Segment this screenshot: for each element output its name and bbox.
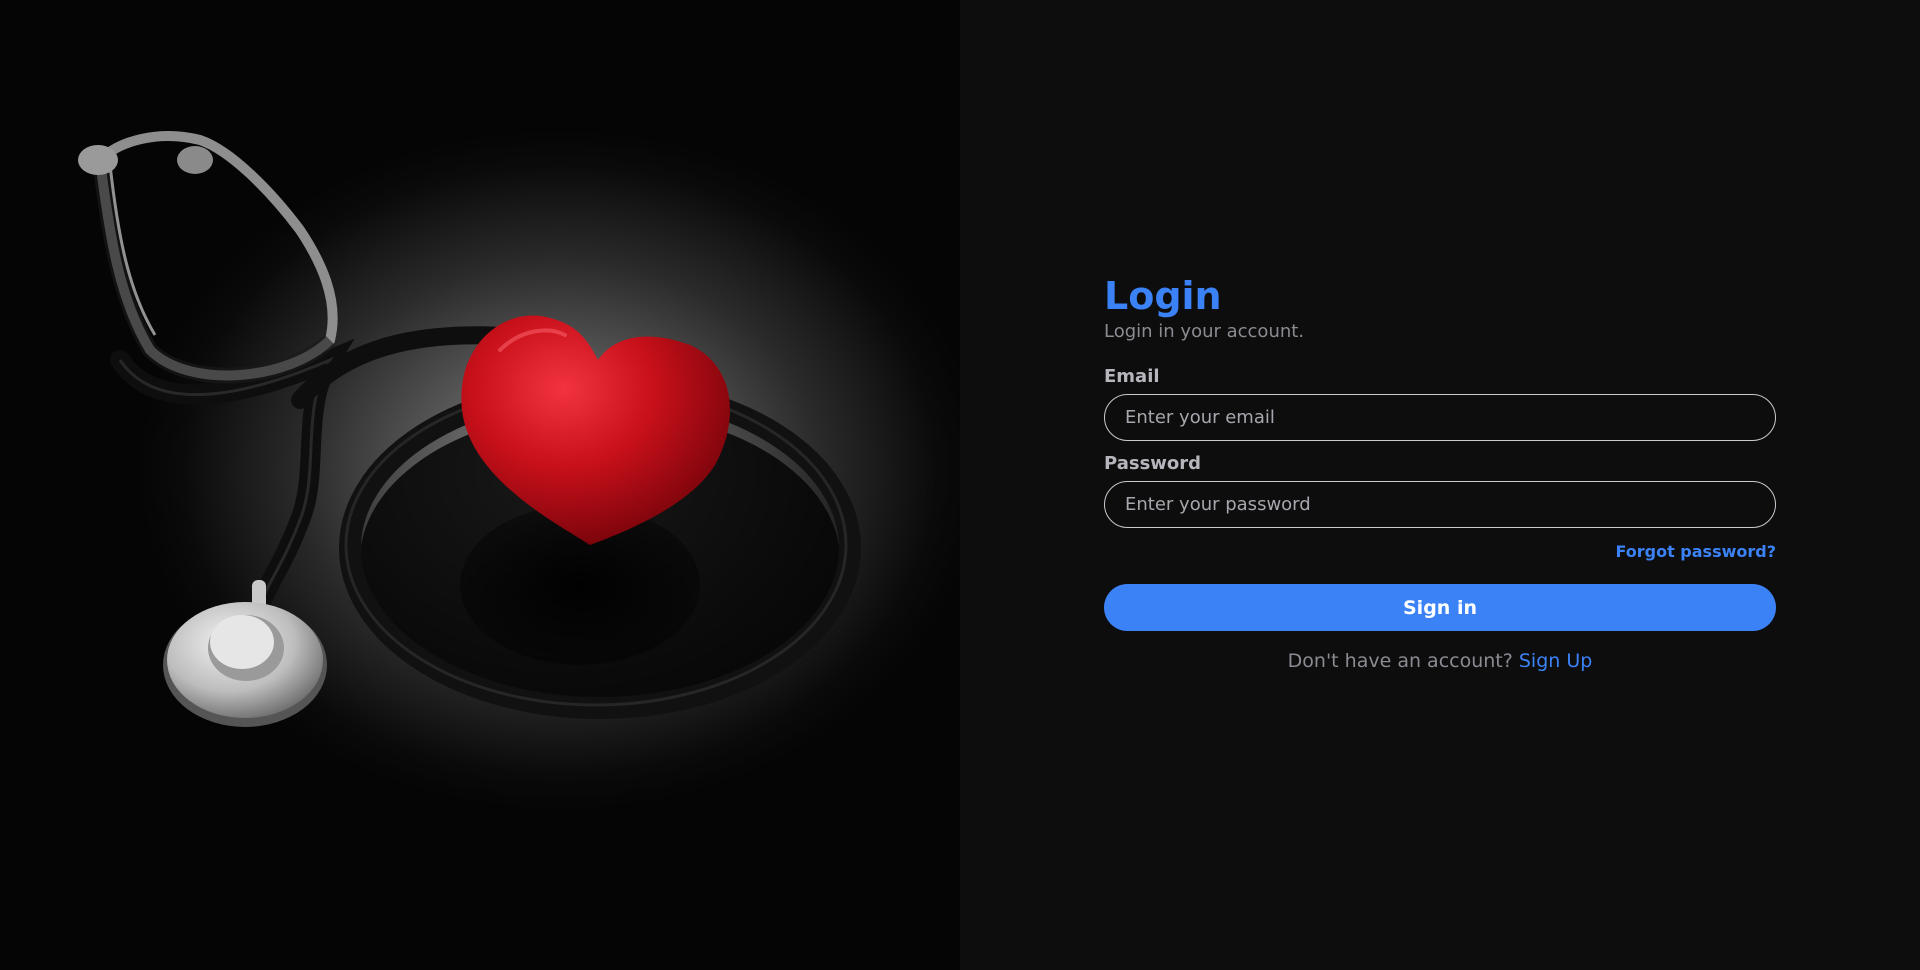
forgot-password-link[interactable]: Forgot password? (1615, 542, 1776, 561)
forgot-password-row: Forgot password? (1104, 541, 1776, 563)
login-form: Login Login in your account. Email Passw… (1104, 270, 1776, 674)
password-field[interactable] (1104, 481, 1776, 528)
sign-in-button[interactable]: Sign in (1104, 584, 1776, 631)
login-panel: Login Login in your account. Email Passw… (960, 0, 1920, 970)
signup-row: Don't have an account? Sign Up (1104, 648, 1776, 674)
email-field[interactable] (1104, 394, 1776, 441)
stethoscope-heart-illustration (78, 131, 861, 727)
login-page: Login Login in your account. Email Passw… (0, 0, 1920, 970)
login-title: Login (1104, 274, 1222, 318)
sign-up-link[interactable]: Sign Up (1519, 650, 1592, 672)
password-label: Password (1104, 453, 1202, 474)
login-subtitle: Login in your account. (1104, 321, 1305, 342)
hero-image (0, 0, 960, 970)
signup-prompt: Don't have an account? (1287, 650, 1513, 672)
email-label: Email (1104, 366, 1160, 387)
